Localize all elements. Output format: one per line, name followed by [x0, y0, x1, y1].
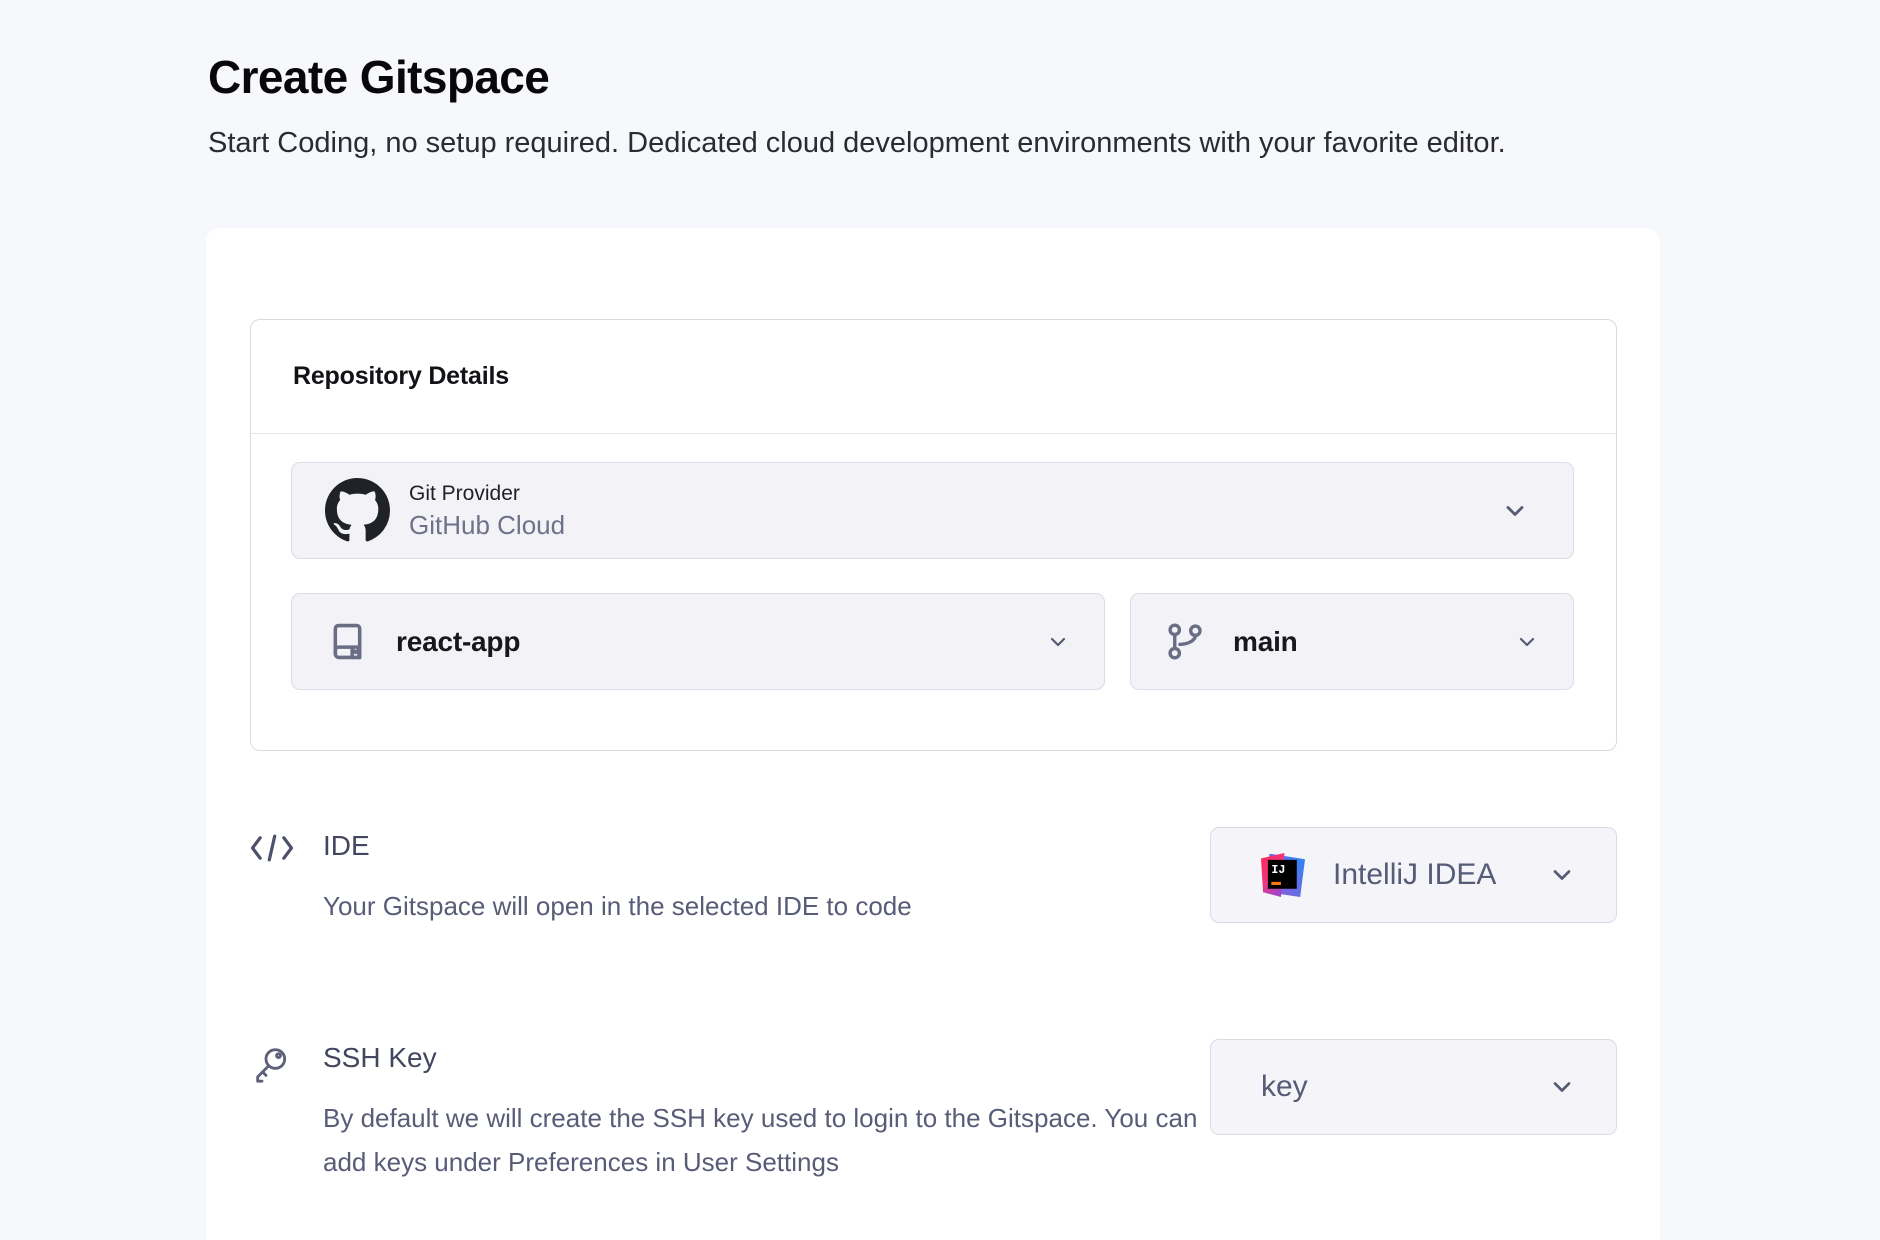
ide-section: IDE Your Gitspace will open in the selec…	[250, 827, 1617, 929]
ide-text: IDE Your Gitspace will open in the selec…	[323, 827, 1210, 929]
git-provider-value: GitHub Cloud	[409, 509, 565, 541]
create-gitspace-panel: Repository Details Git Provider GitHub C…	[206, 228, 1660, 1240]
key-icon	[250, 1039, 323, 1089]
ide-select-value: IntelliJ IDEA	[1333, 858, 1496, 892]
chevron-down-icon	[1501, 497, 1529, 525]
git-branch-icon	[1164, 620, 1207, 663]
repository-details-heading: Repository Details	[293, 362, 509, 391]
chevron-down-icon	[1548, 1073, 1576, 1101]
svg-text:IJ: IJ	[1271, 863, 1285, 877]
repository-select[interactable]: react-app	[291, 593, 1105, 690]
intellij-idea-icon: IJ	[1261, 853, 1305, 897]
ssh-key-label: SSH Key	[323, 1041, 1210, 1075]
chevron-down-icon	[1548, 861, 1576, 889]
ssh-key-select-value: key	[1261, 1070, 1308, 1104]
ide-description: Your Gitspace will open in the selected …	[323, 885, 1210, 929]
ssh-key-description: By default we will create the SSH key us…	[323, 1097, 1210, 1184]
chevron-down-icon	[1515, 630, 1539, 654]
git-provider-label: Git Provider	[409, 480, 565, 507]
code-icon	[250, 827, 323, 863]
repo-branch-row: react-app	[291, 593, 1574, 690]
ide-label: IDE	[323, 829, 1210, 863]
repository-value: react-app	[396, 626, 520, 658]
ssh-key-section: SSH Key By default we will create the SS…	[250, 1039, 1617, 1184]
branch-select[interactable]: main	[1130, 593, 1574, 690]
github-logo-icon	[325, 478, 390, 543]
repository-book-icon	[325, 619, 370, 664]
ssh-key-text: SSH Key By default we will create the SS…	[323, 1039, 1210, 1184]
repository-details-card: Repository Details Git Provider GitHub C…	[250, 319, 1617, 751]
git-provider-text: Git Provider GitHub Cloud	[409, 480, 565, 541]
repository-details-header: Repository Details	[251, 320, 1616, 434]
ssh-key-select[interactable]: key	[1210, 1039, 1617, 1135]
branch-value: main	[1233, 626, 1298, 658]
page-title: Create Gitspace	[208, 50, 1880, 104]
chevron-down-icon	[1046, 630, 1070, 654]
git-provider-select[interactable]: Git Provider GitHub Cloud	[291, 462, 1574, 559]
page-subtitle: Start Coding, no setup required. Dedicat…	[208, 124, 1608, 162]
ide-select[interactable]: IJ IntelliJ IDEA	[1210, 827, 1617, 923]
repository-details-body: Git Provider GitHub Cloud	[251, 434, 1616, 750]
